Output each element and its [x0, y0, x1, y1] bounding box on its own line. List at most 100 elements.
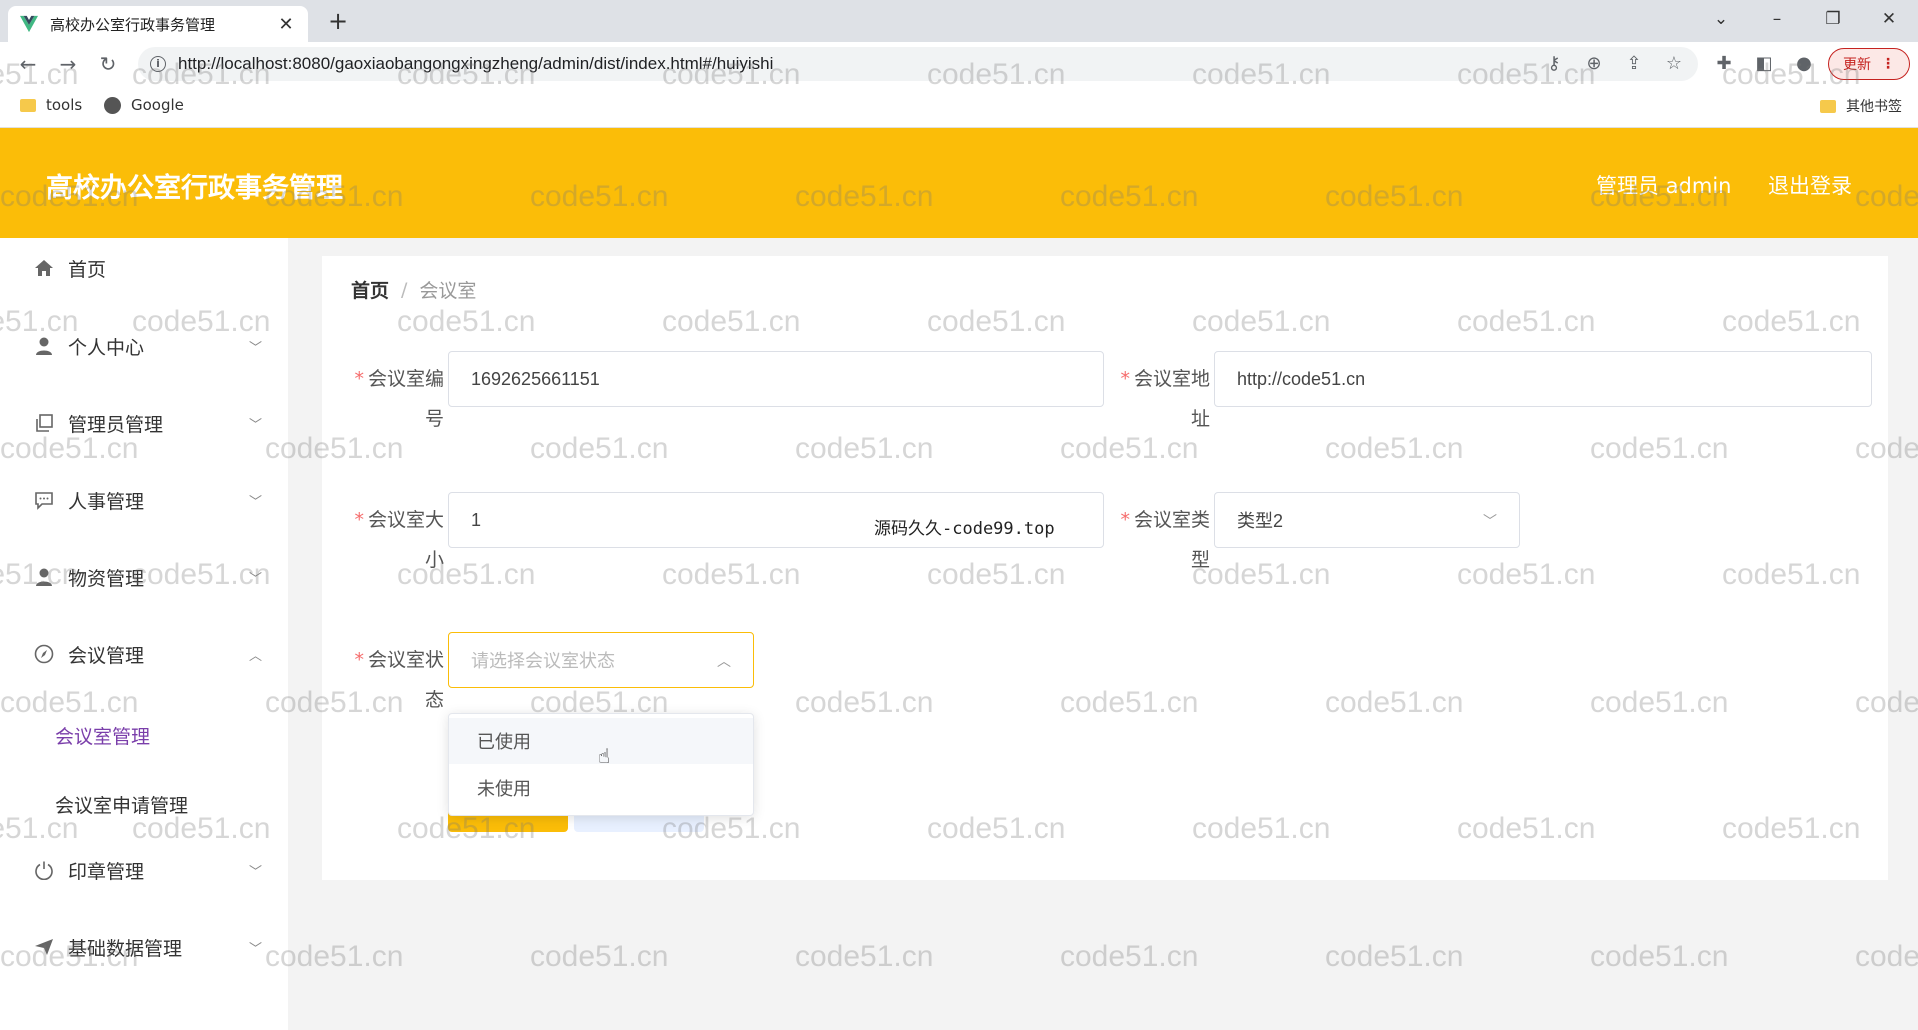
- sidebar-item-label: 首页: [68, 258, 107, 281]
- reload-icon[interactable]: ↻: [94, 50, 122, 78]
- label-text-wrap: 址: [1190, 408, 1210, 430]
- update-label: 更新: [1843, 57, 1871, 73]
- room-type-select[interactable]: 类型2 ﹀: [1214, 492, 1520, 548]
- folder-icon: [1820, 99, 1836, 113]
- watermark-text: code51.cn: [1855, 940, 1918, 973]
- bookmark-star-icon[interactable]: ☆: [1662, 52, 1686, 76]
- room-type-value: 类型2: [1237, 511, 1284, 531]
- sidebar-subitem-room-management[interactable]: 会议室管理: [0, 710, 288, 760]
- required-mark: *: [354, 649, 364, 671]
- breadcrumb-separator: /: [401, 278, 408, 301]
- new-tab-button[interactable]: +: [322, 6, 354, 38]
- room-status-label: * 会议室状 态: [334, 632, 444, 711]
- side-panel-icon[interactable]: ◧: [1752, 52, 1776, 76]
- tab-title: 高校办公室行政事务管理: [50, 15, 216, 34]
- room-size-label: * 会议室大 小: [334, 492, 444, 571]
- compass-icon: [32, 642, 56, 666]
- hand-cursor-icon: ☝: [598, 744, 611, 768]
- chevron-down-icon: ﹀: [248, 941, 262, 957]
- update-button[interactable]: 更新 ⋮: [1828, 48, 1910, 80]
- room-status-select[interactable]: 请选择会议室状态 ︿: [448, 632, 754, 688]
- sidebar-subitem-room-application[interactable]: 会议室申请管理: [0, 779, 288, 829]
- breadcrumb-current: 会议室: [419, 280, 477, 302]
- bookmark-google[interactable]: Google: [104, 96, 184, 114]
- other-bookmarks[interactable]: 其他书签: [1820, 96, 1902, 116]
- bookmarks-bar: tools Google 其他书签: [0, 86, 1918, 128]
- sidebar-item-label: 个人中心: [68, 336, 145, 359]
- sidebar-subitem-label: 会议室管理: [55, 725, 151, 748]
- vue-logo-icon: [20, 15, 38, 33]
- label-text: 会议室类: [1133, 509, 1210, 531]
- room-address-value: http://code51.cn: [1237, 368, 1366, 389]
- logout-link[interactable]: 退出登录: [1768, 170, 1852, 200]
- user-icon: [32, 565, 56, 589]
- breadcrumb-home[interactable]: 首页: [351, 276, 389, 303]
- watermark-text: code51.cn: [1590, 940, 1729, 973]
- label-text: 会议室大: [367, 509, 444, 531]
- watermark-text: code51.cn: [1060, 940, 1199, 973]
- room-number-value: 1692625661151: [471, 368, 600, 389]
- chevron-down-icon: ﹀: [248, 571, 262, 587]
- back-icon[interactable]: ←: [14, 50, 42, 78]
- home-icon: [32, 256, 56, 280]
- sidebar-item-materials[interactable]: 物资管理 ﹀: [0, 547, 288, 607]
- sidebar: 首页 个人中心 ﹀ 管理员管理 ﹀ 人事管理 ﹀ 物资管理 ﹀ 会议管理 ︿ 会…: [0, 238, 288, 1030]
- sidebar-item-label: 物资管理: [68, 567, 145, 590]
- sidebar-item-meetings[interactable]: 会议管理 ︿: [0, 624, 288, 684]
- window-close-icon[interactable]: ✕: [1864, 0, 1914, 38]
- sidebar-item-home[interactable]: 首页: [0, 238, 288, 298]
- sidebar-item-base-data[interactable]: 基础数据管理 ﹀: [0, 917, 288, 977]
- room-number-input[interactable]: 1692625661151: [448, 351, 1104, 407]
- key-icon[interactable]: ⚷: [1542, 52, 1566, 76]
- room-type-label: * 会议室类 型: [1100, 492, 1210, 571]
- sidebar-item-label: 印章管理: [68, 860, 145, 883]
- chevron-down-icon: ﹀: [248, 494, 262, 510]
- room-address-input[interactable]: http://code51.cn: [1214, 351, 1872, 407]
- tab-search-icon[interactable]: ⌄: [1696, 0, 1746, 38]
- chevron-down-icon: ﹀: [248, 340, 262, 356]
- send-icon: [32, 935, 56, 959]
- room-address-label: * 会议室地 址: [1100, 351, 1210, 430]
- extensions-icon[interactable]: ✚: [1712, 52, 1736, 76]
- browser-tabbar: 高校办公室行政事务管理 ✕ + ⌄ – ❐ ✕: [0, 0, 1918, 42]
- browser-tab[interactable]: 高校办公室行政事务管理 ✕: [8, 6, 308, 42]
- sidebar-item-label: 管理员管理: [68, 413, 164, 436]
- label-text: 会议室地: [1133, 368, 1210, 390]
- tab-close-icon[interactable]: ✕: [276, 14, 296, 35]
- forward-icon[interactable]: →: [54, 50, 82, 78]
- chevron-down-icon: ﹀: [248, 864, 262, 880]
- watermark-text: code51.cn: [795, 940, 934, 973]
- power-icon: [32, 858, 56, 882]
- bookmark-label: 其他书签: [1846, 99, 1902, 115]
- room-status-placeholder: 请选择会议室状态: [471, 651, 615, 671]
- label-text-wrap: 型: [1190, 549, 1210, 571]
- bookmark-tools[interactable]: tools: [20, 96, 82, 114]
- zoom-icon[interactable]: ⊕: [1582, 52, 1606, 76]
- copy-icon: [32, 411, 56, 435]
- sidebar-item-label: 人事管理: [68, 490, 145, 513]
- label-text: 会议室编: [367, 368, 444, 390]
- more-icon: ⋮: [1881, 56, 1895, 72]
- sidebar-item-label: 基础数据管理: [68, 937, 183, 960]
- site-info-icon[interactable]: i: [150, 56, 166, 72]
- share-icon[interactable]: ⇪: [1622, 52, 1646, 76]
- sidebar-item-hr[interactable]: 人事管理 ﹀: [0, 470, 288, 530]
- restore-icon[interactable]: ❐: [1808, 0, 1858, 38]
- app-title: 高校办公室行政事务管理: [46, 173, 343, 204]
- label-text-wrap: 号: [424, 408, 444, 430]
- label-text-wrap: 小: [424, 549, 444, 571]
- breadcrumb: 首页 / 会议室: [351, 276, 476, 303]
- bookmark-label: tools: [46, 96, 83, 114]
- profile-icon[interactable]: ●: [1792, 52, 1816, 76]
- sidebar-item-profile[interactable]: 个人中心 ﹀: [0, 316, 288, 376]
- address-bar[interactable]: i http://localhost:8080/gaoxiaobangongxi…: [138, 47, 1698, 81]
- required-mark: *: [354, 509, 364, 531]
- browser-toolbar: ← → ↻ i http://localhost:8080/gaoxiaoban…: [0, 42, 1918, 86]
- sidebar-item-admin[interactable]: 管理员管理 ﹀: [0, 393, 288, 453]
- label-text: 会议室状: [367, 649, 444, 671]
- status-option-unused[interactable]: 未使用: [449, 765, 753, 811]
- room-size-value: 1: [471, 509, 482, 530]
- sidebar-item-seals[interactable]: 印章管理 ﹀: [0, 840, 288, 900]
- minimize-icon[interactable]: –: [1752, 0, 1802, 38]
- required-mark: *: [1120, 368, 1130, 390]
